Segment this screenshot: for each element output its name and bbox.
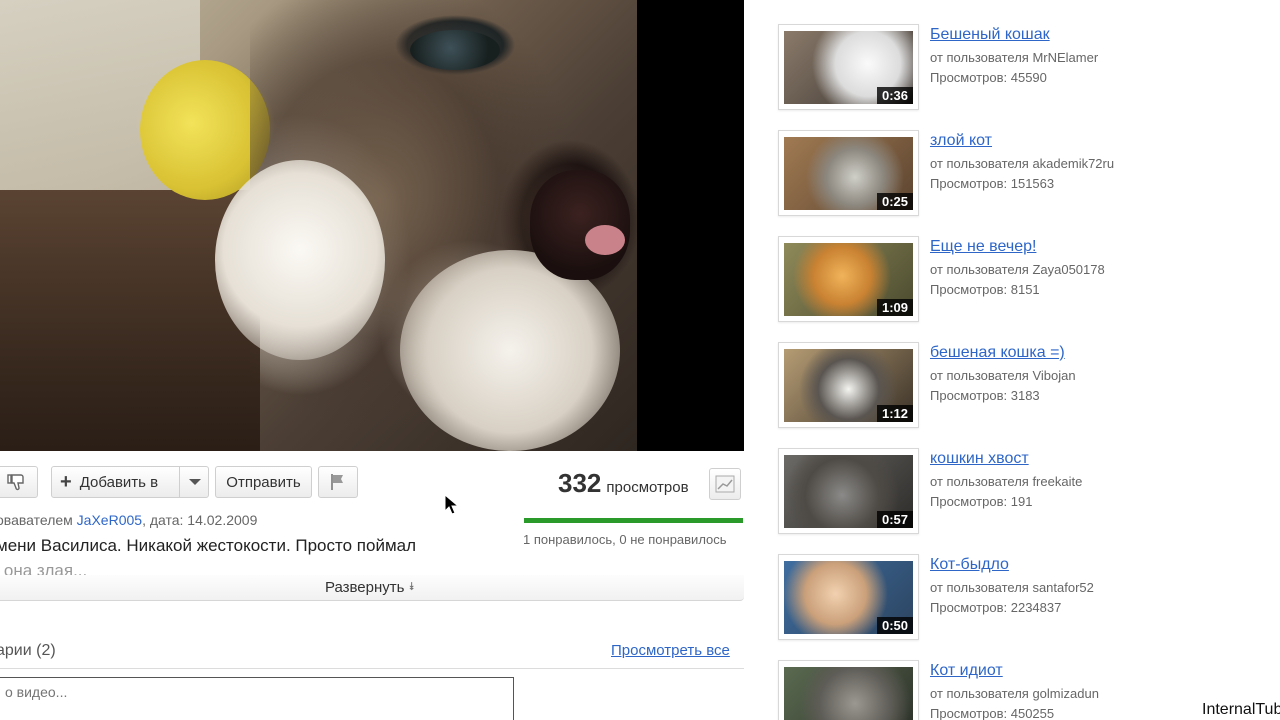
chevron-down-icon: [188, 479, 201, 485]
video-duration: 0:57: [876, 511, 913, 528]
video-duration: 0:25: [876, 193, 913, 210]
video-scene-chest: [400, 250, 620, 451]
video-duration: 0:36: [876, 87, 913, 104]
related-video-thumbnail[interactable]: 1:12: [784, 349, 913, 422]
flag-button[interactable]: [318, 466, 358, 498]
related-video-thumbnail-frame[interactable]: 1:12: [778, 342, 919, 428]
comments-divider: [0, 668, 744, 669]
video-player[interactable]: [0, 0, 744, 451]
related-video-thumbnail-frame[interactable]: 0:50: [778, 554, 919, 640]
related-video-thumbnail-frame[interactable]: 0:57: [778, 448, 919, 534]
related-video-thumbnail-frame[interactable]: 1:09: [778, 236, 919, 322]
related-video-author: от пользователя golmizadun: [930, 686, 1099, 701]
view-count: 332 просмотров: [558, 468, 689, 499]
related-video-thumbnail[interactable]: 0:57: [784, 455, 913, 528]
comment-input[interactable]: [0, 678, 513, 706]
rating-text: 1 понравилось, 0 не понравилось: [523, 532, 727, 547]
video-scene-tongue: [585, 225, 625, 255]
description-line-1: мени Василиса. Никакой жестокости. Прост…: [0, 536, 417, 555]
add-to-dropdown-toggle[interactable]: [179, 467, 209, 497]
video-duration: 1:09: [876, 299, 913, 316]
related-video-views: Просмотров: 191: [930, 494, 1033, 509]
related-video-author: от пользователя santafor52: [930, 580, 1094, 595]
related-video-author: от пользователя Vibojan: [930, 368, 1076, 383]
related-video-thumbnail[interactable]: 0:50: [784, 561, 913, 634]
video-scene-mouth: [530, 170, 630, 280]
related-video-thumbnail-frame[interactable]: 0:36: [778, 660, 919, 720]
video-duration: 0:50: [876, 617, 913, 634]
related-video-title[interactable]: Еще не вечер!: [930, 238, 1036, 256]
related-video-item[interactable]: 1:12 бешеная кошка =) от пользователя Vibo…: [776, 326, 1280, 428]
related-video-thumbnail[interactable]: 0:36: [784, 31, 913, 104]
related-video-title[interactable]: Кот идиот: [930, 662, 1003, 680]
related-video-views: Просмотров: 2234837: [930, 600, 1062, 615]
upload-date: , дата: 14.02.2009: [142, 512, 258, 528]
video-duration: 1:12: [876, 405, 913, 422]
flag-icon: [331, 474, 343, 490]
share-label: Отправить: [226, 473, 301, 491]
mouse-cursor-icon: [444, 494, 460, 515]
video-scene-paw: [215, 160, 385, 360]
related-videos: 0:36 Бешеный кошак от пользователя MrNElam…: [776, 0, 1280, 720]
thumbs-down-icon: [7, 474, 24, 491]
dislike-button[interactable]: [0, 466, 38, 498]
double-chevron-down-icon: ⯯: [408, 581, 416, 593]
related-video-title[interactable]: Кот-быдло: [930, 556, 1009, 574]
add-to-button[interactable]: + Добавить в: [51, 466, 209, 498]
related-video-thumbnail[interactable]: 0:25: [784, 137, 913, 210]
related-video-title[interactable]: Бешеный кошак: [930, 26, 1050, 44]
related-video-author: от пользователя freekaite: [930, 474, 1083, 489]
plus-icon: +: [60, 471, 72, 493]
chart-icon: [715, 475, 735, 493]
related-video-item[interactable]: 0:50 Кот-быдло от пользователя santafor52 П…: [776, 538, 1280, 640]
related-video-title[interactable]: злой кот: [930, 132, 992, 150]
related-video-thumbnail-frame[interactable]: 0:36: [778, 24, 919, 110]
uploader-prefix: овавателем: [0, 512, 77, 528]
related-video-title[interactable]: кошкин хвост: [930, 450, 1029, 468]
related-video-views: Просмотров: 8151: [930, 282, 1040, 297]
video-frame[interactable]: [0, 0, 640, 451]
uploader-info: овавателем JaXeR005, дата: 14.02.2009: [0, 512, 257, 528]
related-video-thumbnail[interactable]: 0:36: [784, 667, 913, 720]
comments-title: арии (2): [0, 642, 56, 659]
related-video-views: Просмотров: 450255: [930, 706, 1055, 720]
view-count-label: просмотров: [606, 479, 689, 496]
related-video-item[interactable]: 0:57 кошкин хвост от пользователя freekait…: [776, 432, 1280, 534]
related-video-thumbnail[interactable]: 1:09: [784, 243, 913, 316]
page: + Добавить в Отправить 332 просмотров 1 …: [0, 0, 1280, 720]
watermark-text: InternalTub: [1202, 701, 1280, 718]
rating-bar: [524, 518, 743, 523]
related-video-title[interactable]: бешеная кошка =): [930, 344, 1065, 362]
see-all-comments-link[interactable]: Просмотреть все: [611, 642, 730, 659]
related-video-views: Просмотров: 3183: [930, 388, 1040, 403]
share-button[interactable]: Отправить: [215, 466, 312, 498]
related-video-thumbnail-frame[interactable]: 0:25: [778, 130, 919, 216]
comment-input-box[interactable]: [0, 677, 514, 720]
related-video-item[interactable]: 0:36 Бешеный кошак от пользователя MrNElam…: [776, 8, 1280, 110]
expand-label: Развернуть: [324, 579, 405, 596]
related-video-item[interactable]: 0:25 злой кот от пользователя akademik72ru…: [776, 114, 1280, 216]
video-scene-eye: [410, 30, 500, 70]
related-video-author: от пользователя Zaya050178: [930, 262, 1105, 277]
related-video-views: Просмотров: 45590: [930, 70, 1047, 85]
stats-button[interactable]: [709, 468, 741, 500]
related-video-author: от пользователя akademik72ru: [930, 156, 1115, 171]
related-video-views: Просмотров: 151563: [930, 176, 1055, 191]
uploader-link[interactable]: JaXeR005: [77, 512, 142, 528]
related-video-author: от пользователя MrNElamer: [930, 50, 1099, 65]
view-count-number: 332: [558, 468, 602, 498]
add-to-label: Добавить в: [79, 473, 159, 491]
expand-description-button[interactable]: Развернуть ⯯: [0, 575, 744, 601]
related-video-item[interactable]: 1:09 Еще не вечер! от пользователя Zaya050…: [776, 220, 1280, 322]
